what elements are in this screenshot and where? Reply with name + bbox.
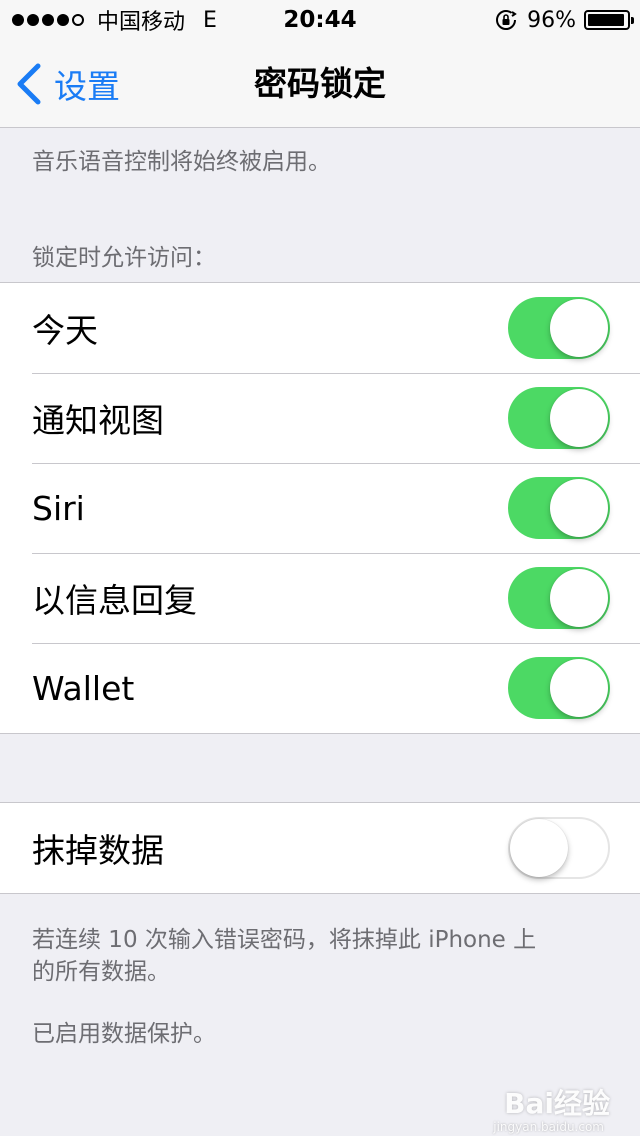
battery-icon bbox=[584, 10, 634, 30]
wallet-toggle[interactable] bbox=[508, 657, 610, 719]
erase-footnote-line-1: 若连续 10 次输入错误密码，将抹掉此 iPhone 上 bbox=[32, 927, 537, 953]
row-erase-data: 抹掉数据 bbox=[0, 803, 640, 893]
row-siri: Siri bbox=[0, 463, 640, 553]
notification-view-toggle[interactable] bbox=[508, 387, 610, 449]
row-label: 今天 bbox=[32, 311, 98, 350]
today-toggle[interactable] bbox=[508, 297, 610, 359]
toggle-knob bbox=[550, 569, 608, 627]
navigation-bar: 设置 密码锁定 bbox=[0, 40, 640, 128]
erase-data-group: 抹掉数据 bbox=[0, 802, 640, 894]
row-wallet: Wallet bbox=[0, 643, 640, 733]
toggle-knob bbox=[550, 389, 608, 447]
battery-fill bbox=[588, 14, 625, 26]
battery-percent: 96% bbox=[527, 7, 576, 33]
baidu-watermark-url: jingyan.baidu.com bbox=[493, 1120, 604, 1134]
toggle-knob bbox=[510, 819, 568, 877]
status-right: 96% bbox=[495, 0, 634, 40]
toggle-knob bbox=[550, 659, 608, 717]
rotation-lock-icon bbox=[496, 10, 517, 30]
allow-access-group: 今天 通知视图 Siri 以信息回复 Wallet bbox=[0, 282, 640, 734]
allow-access-header: 锁定时允许访问： bbox=[32, 245, 216, 271]
data-protection-footnote: 已启用数据保护。 bbox=[32, 1021, 216, 1047]
toggle-knob bbox=[550, 479, 608, 537]
reply-with-message-toggle[interactable] bbox=[508, 567, 610, 629]
status-bar: 中国移动 E 20:44 96% bbox=[0, 0, 640, 40]
row-today: 今天 bbox=[0, 283, 640, 373]
erase-data-footnote: 若连续 10 次输入错误密码，将抹掉此 iPhone 上 的所有数据。 bbox=[32, 924, 536, 988]
row-label: 通知视图 bbox=[32, 401, 164, 440]
voice-control-footnote: 音乐语音控制将始终被启用。 bbox=[32, 149, 331, 175]
erase-footnote-line-2: 的所有数据。 bbox=[32, 959, 170, 985]
row-label: 抹掉数据 bbox=[32, 831, 164, 870]
row-label: Wallet bbox=[32, 668, 135, 708]
row-label: 以信息回复 bbox=[32, 581, 197, 620]
erase-data-toggle[interactable] bbox=[508, 817, 610, 879]
baidu-watermark-logo: Bai经验 bbox=[504, 1087, 610, 1120]
row-label: Siri bbox=[32, 488, 85, 528]
page-title: 密码锁定 bbox=[254, 64, 386, 103]
toggle-knob bbox=[550, 299, 608, 357]
screen: 中国移动 E 20:44 96% 设置 密码锁定 音乐语音控制将始终被启用。 锁… bbox=[0, 0, 640, 1136]
siri-toggle[interactable] bbox=[508, 477, 610, 539]
row-reply-with-message: 以信息回复 bbox=[0, 553, 640, 643]
row-notification-view: 通知视图 bbox=[0, 373, 640, 463]
